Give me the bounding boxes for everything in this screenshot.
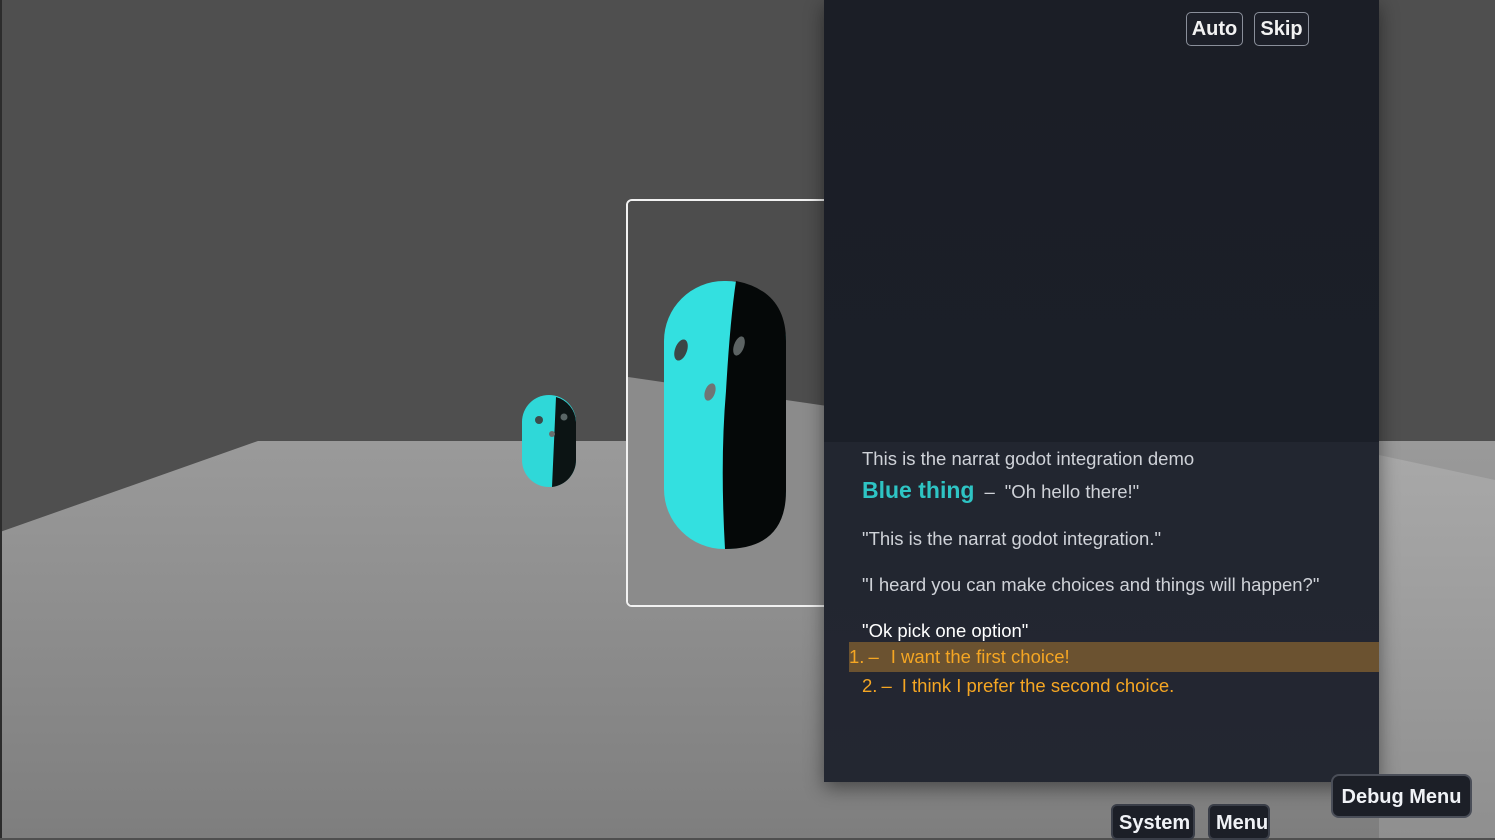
system-button[interactable]: System bbox=[1111, 804, 1195, 840]
speaker-name: Blue thing bbox=[862, 477, 975, 503]
speaker-dash: – bbox=[984, 481, 995, 502]
dialogue-panel: Auto Skip This is the narrat godot integ… bbox=[824, 0, 1379, 782]
dialogue-speaker-line: Blue thing – "Oh hello there!" bbox=[862, 477, 1139, 504]
dialogue-intro: This is the narrat godot integration dem… bbox=[862, 448, 1195, 469]
choice-dash: – bbox=[881, 675, 892, 696]
dialogue-line: "Ok pick one option" bbox=[862, 620, 1029, 641]
dialogue-line: "I heard you can make choices and things… bbox=[862, 574, 1320, 595]
choice-dash: – bbox=[868, 646, 879, 667]
skip-button[interactable]: Skip bbox=[1254, 12, 1309, 46]
dialogue-line: "This is the narrat godot integration." bbox=[862, 528, 1162, 549]
menu-button[interactable]: Menu bbox=[1208, 804, 1270, 840]
choice-option-2[interactable]: 2. – I think I prefer the second choice. bbox=[862, 671, 1379, 701]
character-portrait bbox=[626, 199, 836, 607]
debug-menu-button[interactable]: Debug Menu bbox=[1331, 774, 1472, 818]
choice-text: I want the first choice! bbox=[890, 646, 1070, 667]
choice-number: 2. bbox=[862, 675, 878, 696]
speaker-text: "Oh hello there!" bbox=[1004, 481, 1140, 502]
blue-thing-portrait-image bbox=[628, 201, 834, 605]
choice-option-1[interactable]: 1. – I want the first choice! bbox=[849, 642, 1379, 672]
choice-text: I think I prefer the second choice. bbox=[901, 675, 1175, 696]
small-blue-character bbox=[522, 395, 577, 487]
choice-number: 1. bbox=[849, 646, 865, 667]
auto-button[interactable]: Auto bbox=[1186, 12, 1243, 46]
